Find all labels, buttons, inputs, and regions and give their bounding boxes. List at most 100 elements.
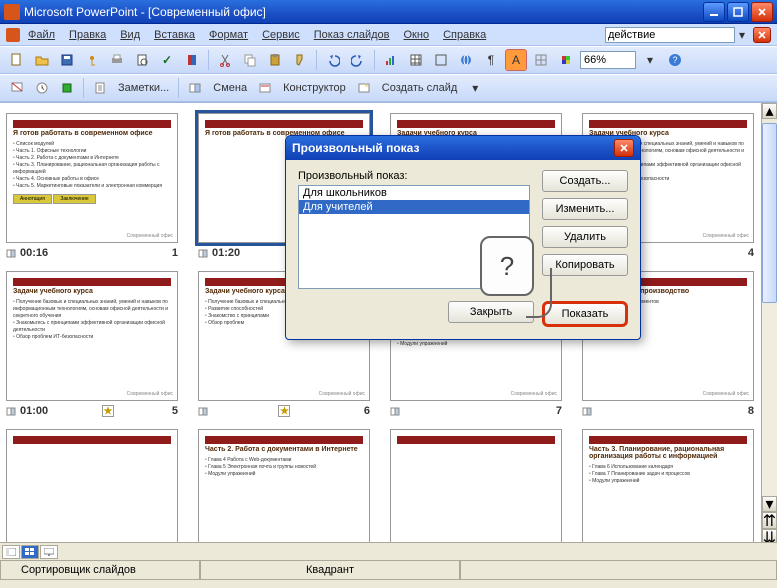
menu-edit[interactable]: Правка bbox=[69, 29, 106, 41]
copy-button[interactable]: Копировать bbox=[542, 254, 628, 276]
show-button[interactable]: Показать bbox=[542, 301, 628, 327]
research-icon[interactable] bbox=[181, 49, 203, 71]
help-callout-text: ? bbox=[500, 251, 514, 282]
print-icon[interactable] bbox=[106, 49, 128, 71]
help-icon[interactable]: ? bbox=[664, 49, 686, 71]
create-button[interactable]: Создать... bbox=[542, 170, 628, 192]
menu-window[interactable]: Окно bbox=[404, 29, 430, 41]
custom-show-item[interactable]: Для школьников bbox=[299, 186, 529, 200]
help-callout: ? bbox=[480, 236, 534, 296]
minimize-button[interactable] bbox=[703, 2, 725, 22]
view-buttons bbox=[0, 542, 777, 560]
redo-icon[interactable] bbox=[347, 49, 369, 71]
close-button[interactable] bbox=[751, 2, 773, 22]
summary-icon[interactable] bbox=[56, 77, 78, 99]
chart-icon[interactable] bbox=[380, 49, 402, 71]
menu-help[interactable]: Справка bbox=[443, 29, 486, 41]
show-formatting-icon[interactable]: A bbox=[505, 49, 527, 71]
edit-button[interactable]: Изменить... bbox=[542, 198, 628, 220]
permission-icon[interactable] bbox=[81, 49, 103, 71]
dialog-titlebar[interactable]: Произвольный показ bbox=[286, 136, 640, 160]
delete-button[interactable]: Удалить bbox=[542, 226, 628, 248]
tables-borders-icon[interactable] bbox=[430, 49, 452, 71]
new-slide-icon[interactable] bbox=[353, 77, 375, 99]
new-slide-dropdown[interactable]: ▾ bbox=[464, 77, 486, 99]
status-fill bbox=[460, 561, 777, 580]
vertical-scrollbar[interactable]: ▴ ▾ ⇈ ⇊ bbox=[761, 103, 777, 542]
slide-thumb[interactable]: Часть 3. Планирование, рациональная орга… bbox=[582, 429, 754, 542]
new-slide-button[interactable]: Создать слайд bbox=[378, 82, 461, 94]
design-button[interactable]: Конструктор bbox=[279, 82, 350, 94]
next-slide-nav-icon[interactable]: ⇊ bbox=[762, 529, 777, 542]
new-doc-icon[interactable] bbox=[6, 49, 28, 71]
format-painter-icon[interactable] bbox=[289, 49, 311, 71]
menu-view[interactable]: Вид bbox=[120, 29, 140, 41]
slide-thumb[interactable]: Часть 2. Работа с документами в Интернет… bbox=[198, 429, 370, 542]
animation-star-icon: ★ bbox=[278, 405, 290, 417]
slide-thumb[interactable]: Современный офис11 bbox=[390, 429, 562, 542]
save-icon[interactable] bbox=[56, 49, 78, 71]
transition-icon bbox=[6, 406, 17, 417]
normal-view-icon[interactable] bbox=[2, 545, 20, 559]
custom-show-item[interactable]: Для учителей bbox=[299, 200, 529, 214]
transition-button-icon[interactable] bbox=[184, 77, 206, 99]
preview-icon[interactable] bbox=[131, 49, 153, 71]
zoom-dropdown[interactable]: ▾ bbox=[639, 49, 661, 71]
open-icon[interactable] bbox=[31, 49, 53, 71]
expand-all-icon[interactable]: ¶ bbox=[480, 49, 502, 71]
notes-button-icon[interactable] bbox=[89, 77, 111, 99]
transition-icon bbox=[6, 248, 17, 259]
paste-icon[interactable] bbox=[264, 49, 286, 71]
status-left: Сортировщик слайдов bbox=[0, 561, 200, 580]
transition-icon bbox=[198, 248, 209, 259]
spellcheck-icon[interactable]: ✓ bbox=[156, 49, 178, 71]
scroll-up-icon[interactable]: ▴ bbox=[762, 103, 777, 119]
sorter-view-icon[interactable] bbox=[21, 545, 39, 559]
close-dialog-button[interactable]: Закрыть bbox=[448, 301, 534, 323]
slide-thumb[interactable]: Современный офис9 bbox=[6, 429, 178, 542]
transition-icon bbox=[390, 406, 401, 417]
grid-icon[interactable] bbox=[530, 49, 552, 71]
menu-format[interactable]: Формат bbox=[209, 29, 248, 41]
animation-star-icon: ★ bbox=[102, 405, 114, 417]
maximize-button[interactable] bbox=[727, 2, 749, 22]
menu-tools[interactable]: Сервис bbox=[262, 29, 300, 41]
menu-slideshow[interactable]: Показ слайдов bbox=[314, 29, 390, 41]
undo-icon[interactable] bbox=[322, 49, 344, 71]
app-icon bbox=[4, 4, 20, 20]
slide-thumb[interactable]: Задачи учебного курсаПолучение базовых и… bbox=[6, 271, 178, 417]
dialog-title: Произвольный показ bbox=[292, 141, 614, 155]
standard-toolbar: ✓ ¶ A 66% ▾ ? bbox=[0, 46, 777, 74]
copy-icon[interactable] bbox=[239, 49, 261, 71]
slide-thumb[interactable]: Я готов работать в современном офисеСпис… bbox=[6, 113, 178, 259]
hide-slide-icon[interactable] bbox=[6, 77, 28, 99]
status-bar: Сортировщик слайдов Квадрант bbox=[0, 560, 777, 580]
status-mid: Квадрант bbox=[200, 561, 460, 580]
notes-button[interactable]: Заметки... bbox=[114, 82, 173, 94]
powerpoint-icon bbox=[6, 28, 20, 42]
prev-slide-nav-icon[interactable]: ⇈ bbox=[762, 512, 777, 529]
dialog-close-button[interactable] bbox=[614, 139, 634, 157]
menu-file[interactable]: Файл bbox=[28, 29, 55, 41]
scroll-thumb[interactable] bbox=[762, 123, 777, 303]
transition-icon bbox=[582, 406, 593, 417]
color-icon[interactable] bbox=[555, 49, 577, 71]
help-search-input[interactable] bbox=[605, 27, 735, 43]
window-titlebar: Microsoft PowerPoint - [Современный офис… bbox=[0, 0, 777, 24]
table-icon[interactable] bbox=[405, 49, 427, 71]
transition-button[interactable]: Смена bbox=[209, 82, 251, 94]
slideshow-view-icon[interactable] bbox=[40, 545, 58, 559]
menu-insert[interactable]: Вставка bbox=[154, 29, 195, 41]
svg-text:?: ? bbox=[672, 55, 677, 65]
design-button-icon[interactable] bbox=[254, 77, 276, 99]
rehearse-icon[interactable] bbox=[31, 77, 53, 99]
cut-icon[interactable] bbox=[214, 49, 236, 71]
transition-icon bbox=[198, 406, 209, 417]
help-search-dropdown[interactable]: ▾ bbox=[735, 24, 749, 46]
sorter-toolbar: Заметки... Смена Конструктор Создать сла… bbox=[0, 74, 777, 102]
zoom-box[interactable]: 66% bbox=[580, 51, 636, 69]
mdi-close-button[interactable] bbox=[753, 27, 771, 43]
hyperlink-icon[interactable] bbox=[455, 49, 477, 71]
help-search-box[interactable] bbox=[605, 27, 735, 43]
custom-show-dialog: Произвольный показ Произвольный показ: Д… bbox=[285, 135, 641, 340]
